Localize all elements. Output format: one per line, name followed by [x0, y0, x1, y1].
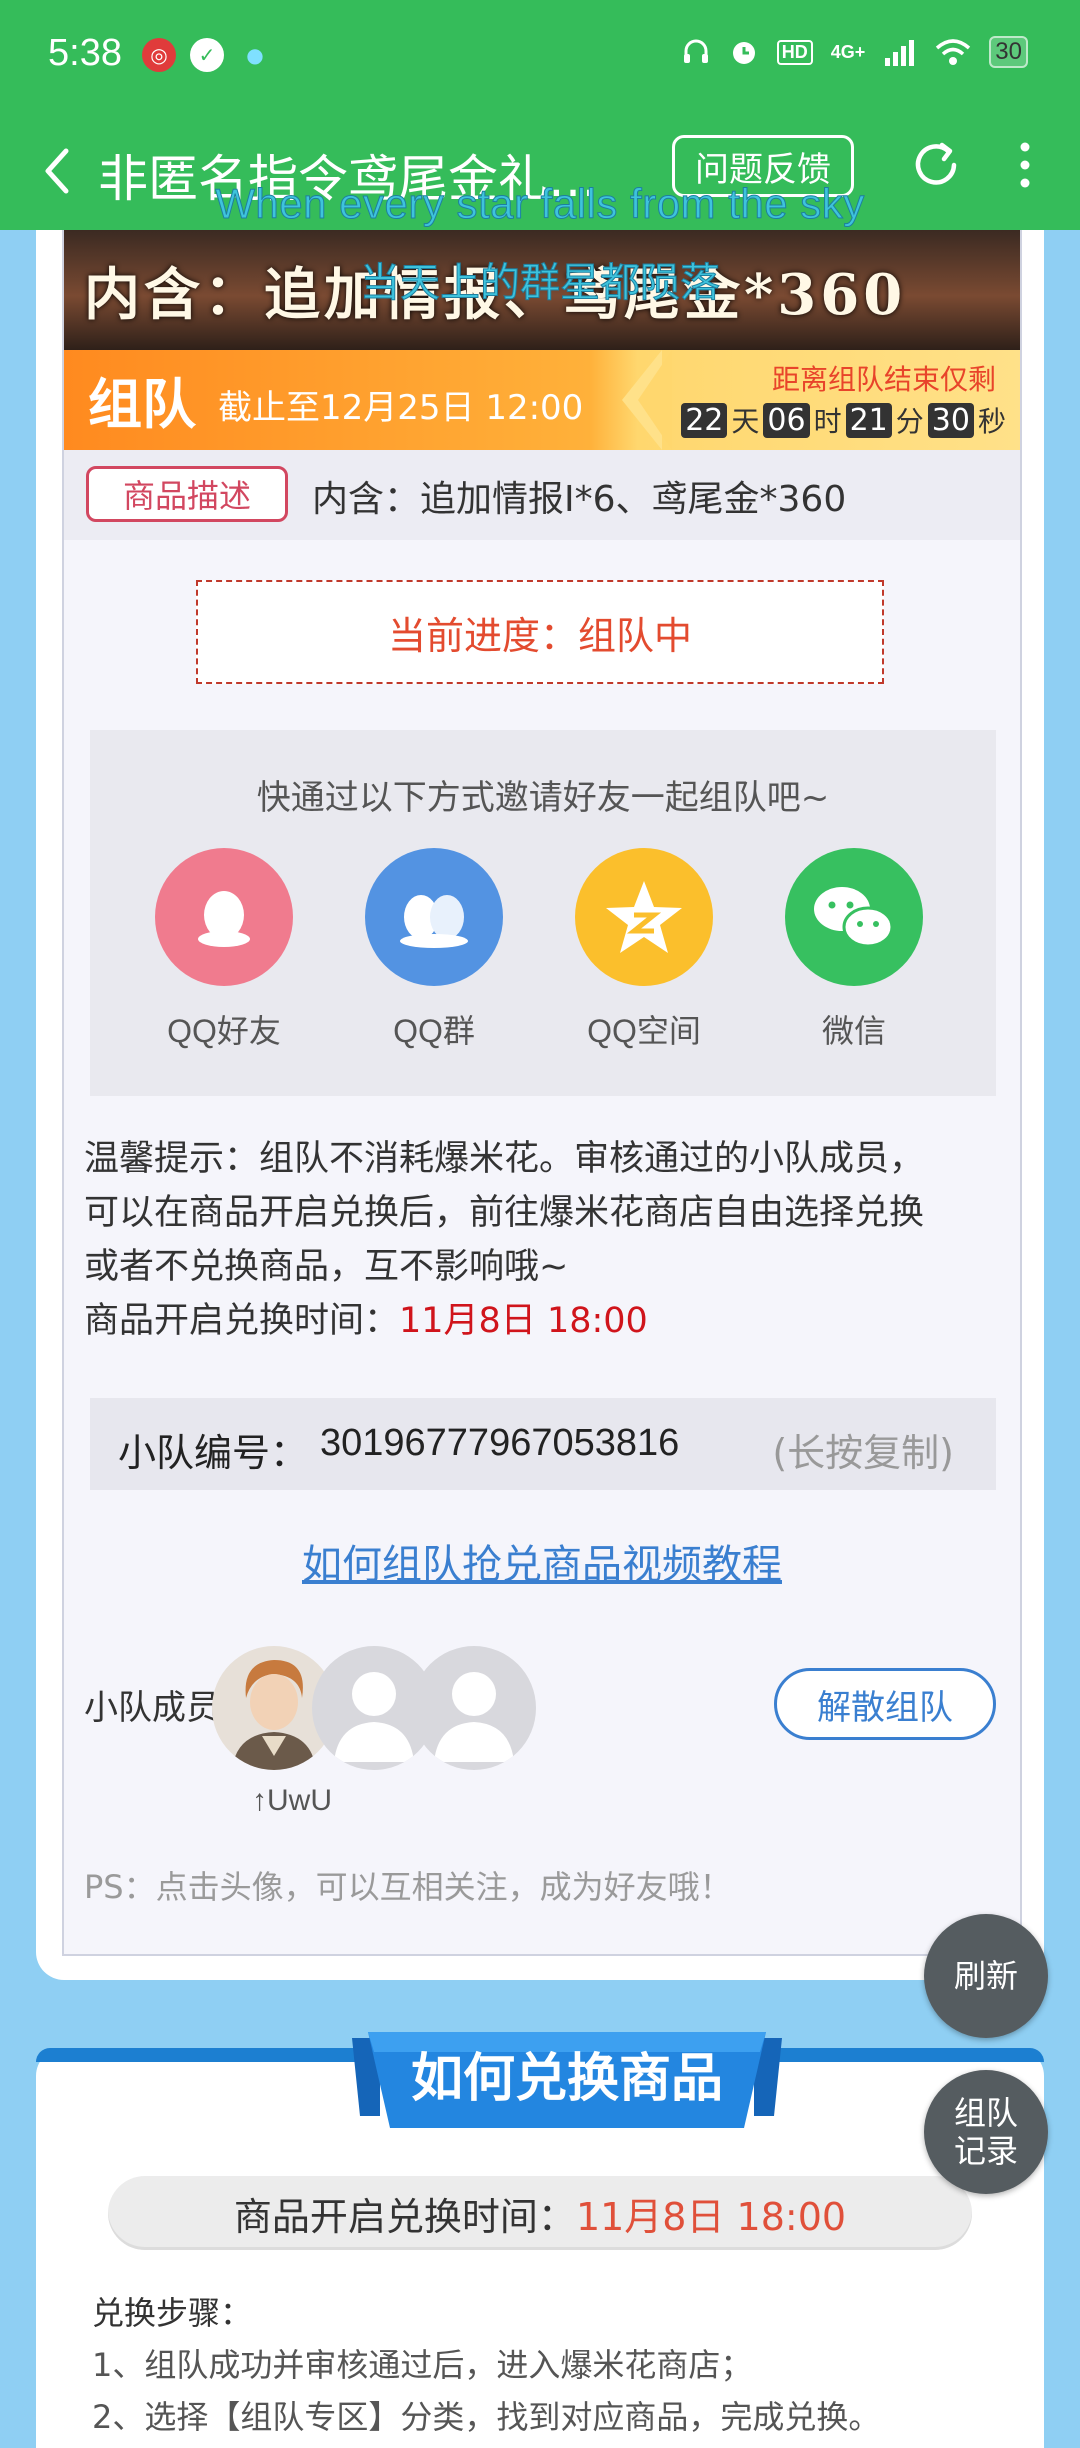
qq-icon: ●: [246, 43, 264, 67]
team-number-label: 小队编号：: [118, 1431, 309, 1475]
seconds-unit: 秒: [977, 405, 1006, 438]
days-unit: 天: [731, 405, 760, 438]
wifi-icon: [936, 39, 971, 65]
description-text: 内含：追加情报I*6、鸢尾金*360: [312, 479, 847, 520]
qq-zone-star-icon[interactable]: [575, 848, 713, 986]
countdown-seconds: 30: [927, 402, 974, 438]
countdown-days: 22: [681, 402, 728, 438]
share-wechat[interactable]: 微信: [764, 848, 944, 1052]
battery-icon: 30: [989, 36, 1028, 68]
alarm-icon: [732, 42, 755, 64]
redeem-step-1: 1、组队成功并审核通过后，进入爆米花商店；: [92, 2346, 753, 2384]
notification-icons: ◎ ✓ ●: [142, 38, 272, 72]
netease-music-icon: ◎: [142, 38, 176, 72]
wechat-label: 微信: [821, 1013, 886, 1049]
check-icon: ✓: [190, 38, 224, 72]
description-tag: 商品描述: [86, 466, 288, 522]
product-description-row: 商品描述 内含：追加情报I*6、鸢尾金*360: [64, 450, 1020, 540]
status-time: 5:38: [48, 32, 122, 74]
share-qq-group[interactable]: QQ群: [344, 848, 524, 1052]
tip-line-3: 或者不兑换商品，互不影响哦~: [84, 1247, 569, 1287]
invite-title: 快通过以下方式邀请好友一起组队吧~: [256, 778, 830, 818]
qq-group-icon[interactable]: [365, 848, 503, 986]
redeem-pill-time: 11月8日 18:00: [575, 2194, 847, 2239]
system-icons: HD 4G+ 30: [681, 36, 1028, 68]
status-bar: 5:38 ◎ ✓ ● HD 4G+ 30: [0, 0, 1080, 115]
team-card: 内含：追加情报、鸢尾金*360 组队 截止至12月25日 12:00 距离组队结…: [36, 230, 1044, 1980]
qq-group-label: QQ群: [393, 1013, 475, 1049]
team-number-value[interactable]: 30196777967053816: [320, 1422, 679, 1465]
minutes-unit: 分: [895, 405, 924, 438]
how-to-redeem-card: 如何兑换商品 商品开启兑换时间： 11月8日 18:00 兑换步骤： 1、组队成功…: [36, 2032, 1044, 2448]
invite-panel: 快通过以下方式邀请好友一起组队吧~ QQ好友 QQ群 QQ空间 微信: [90, 730, 996, 1096]
redeem-time-value: 11月8日 18:00: [399, 1301, 648, 1341]
chevron-decoration: [622, 350, 672, 450]
hd-icon: HD: [776, 39, 813, 65]
team-card-content: 内含：追加情报、鸢尾金*360 组队 截止至12月25日 12:00 距离组队结…: [62, 230, 1022, 1956]
team-title: 组队: [88, 373, 196, 436]
headphones-icon: [683, 39, 708, 63]
member-name-1: ↑UwU: [252, 1784, 332, 1817]
team-deadline-bar: 组队 截止至12月25日 12:00 距离组队结束仅剩 22 天 06 时 21…: [64, 350, 1020, 450]
team-record-line-1: 组队: [953, 2094, 1018, 2132]
redeem-heading-ribbon: 如何兑换商品: [352, 2028, 782, 2144]
refresh-float-button[interactable]: 刷新: [924, 1914, 1048, 2038]
team-deadline: 截止至12月25日 12:00: [218, 388, 584, 428]
countdown-label: 距离组队结束仅剩: [771, 363, 996, 396]
redeem-steps-title: 兑换步骤：: [92, 2294, 253, 2332]
qq-zone-label: QQ空间: [587, 1013, 701, 1049]
qq-friend-label: QQ好友: [167, 1013, 281, 1049]
qq-friend-icon[interactable]: [155, 848, 293, 986]
signal-icon: [885, 40, 915, 66]
tip-line-1: 温馨提示：组队不消耗爆米花。审核通过的小队成员，: [84, 1139, 925, 1179]
wechat-icon[interactable]: [785, 848, 923, 986]
ps-note: PS：点击头像，可以互相关注，成为好友哦！: [84, 1868, 732, 1906]
warm-tip: 温馨提示：组队不消耗爆米花。审核通过的小队成员， 可以在商品开启兑换后，前往爆米…: [84, 1132, 1004, 1348]
copy-hint: (长按复制): [772, 1431, 954, 1475]
countdown-timer: 22 天 06 时 21 分 30 秒: [681, 400, 1006, 440]
redeem-heading: 如何兑换商品: [410, 2049, 723, 2109]
redeem-step-2: 2、选择【组队专区】分类，找到对应商品，完成兑换。: [92, 2398, 881, 2436]
video-tutorial-link[interactable]: 如何组队抢兑商品视频教程: [64, 1532, 1020, 1590]
lyric-overlay-chinese: 当天上的群星都陨落: [360, 260, 721, 307]
countdown-minutes: 21: [845, 402, 892, 438]
team-number-row[interactable]: 小队编号： 30196777967053816 (长按复制): [90, 1398, 996, 1490]
progress-status: 当前进度：组队中: [196, 580, 884, 684]
member-avatar-empty-3[interactable]: [412, 1646, 536, 1770]
network-type: 4G+: [830, 41, 866, 62]
disband-team-button[interactable]: 解散组队: [774, 1668, 996, 1740]
countdown-hours: 06: [763, 402, 810, 438]
hours-unit: 时: [813, 405, 842, 438]
redeem-open-time: 商品开启兑换时间：11月8日 18:00: [84, 1294, 1004, 1348]
team-record-float-button[interactable]: 组队 记录: [924, 2070, 1048, 2194]
redeem-time-label: 商品开启兑换时间：: [84, 1301, 400, 1341]
redeem-open-time-pill: 商品开启兑换时间： 11月8日 18:00: [108, 2176, 972, 2250]
tip-line-2: 可以在商品开启兑换后，前往爆米花商店自由选择兑换: [84, 1193, 925, 1233]
lyric-overlay-english: When every star falls from the sky: [215, 180, 865, 228]
redeem-pill-label: 商品开启兑换时间：: [233, 2194, 576, 2239]
share-qq-friend[interactable]: QQ好友: [134, 848, 314, 1052]
team-record-line-2: 记录: [953, 2132, 1018, 2170]
share-qq-zone[interactable]: QQ空间: [554, 848, 734, 1052]
